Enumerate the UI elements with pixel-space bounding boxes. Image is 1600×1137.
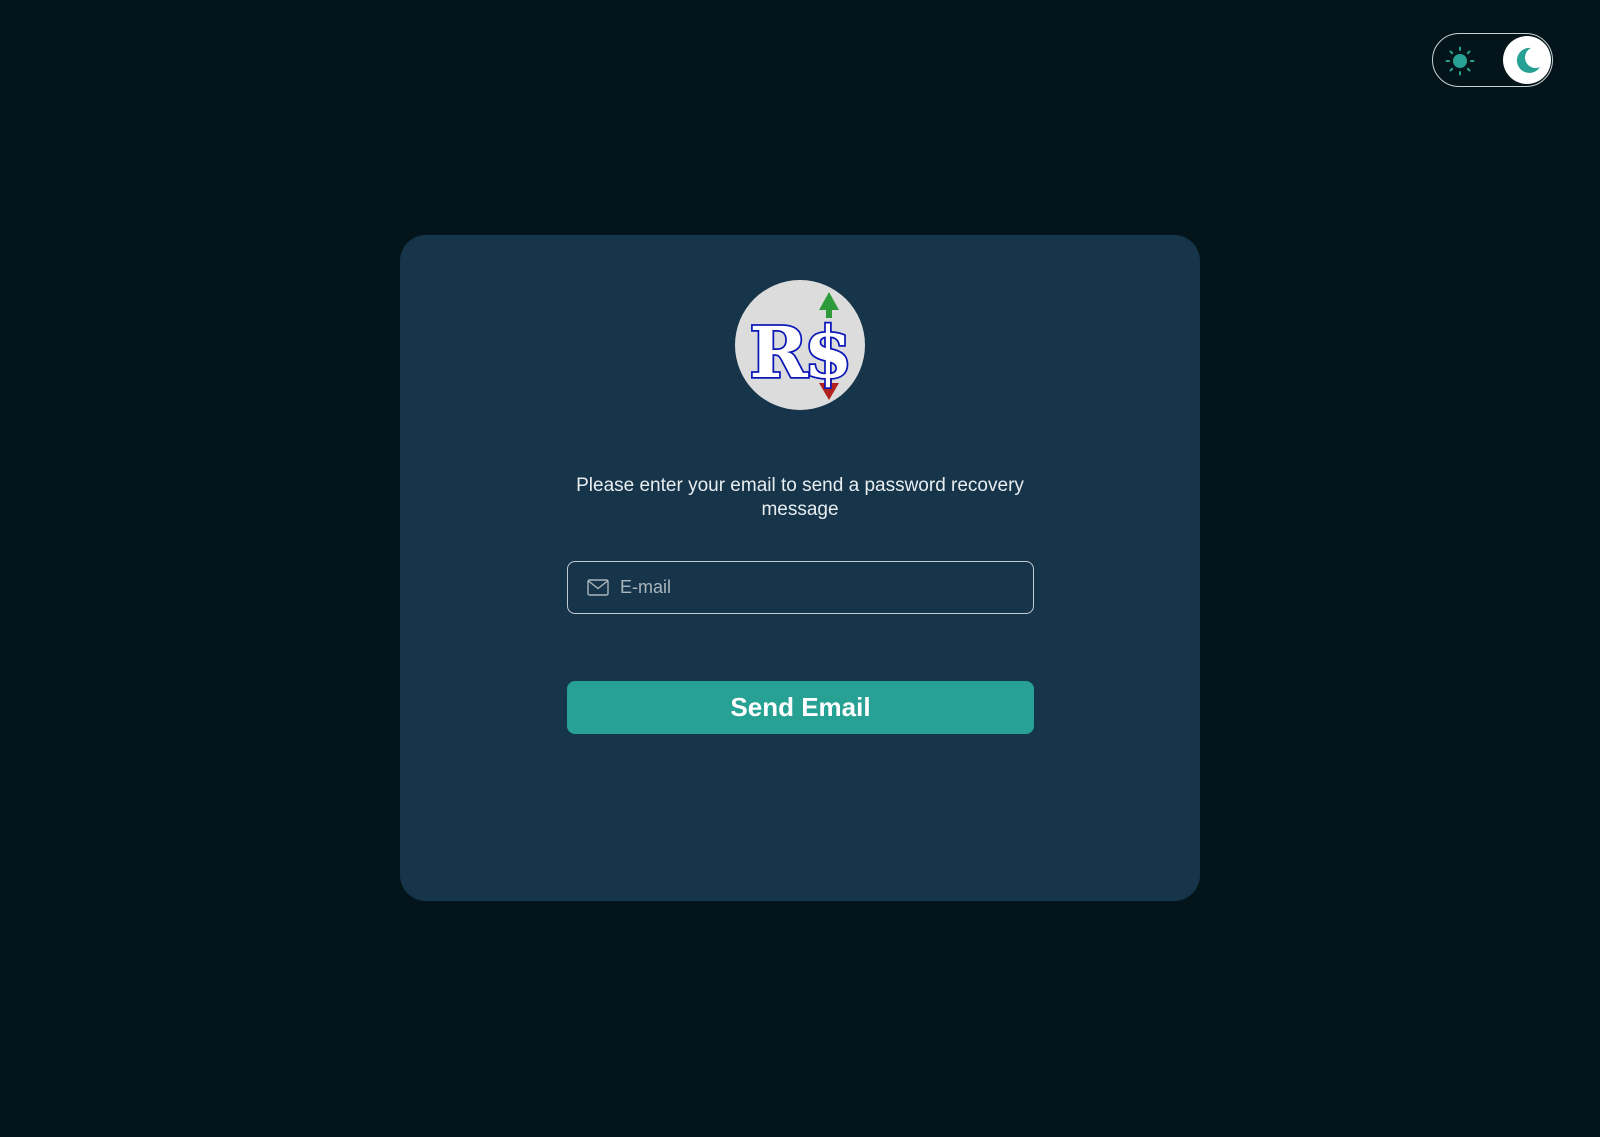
password-recovery-card: R$ Please enter your email to send a pas… [400,235,1200,901]
email-input[interactable] [620,562,1020,612]
moon-icon [1516,47,1540,73]
mail-icon [587,579,609,596]
sun-icon [1445,46,1475,76]
logo: R$ [735,280,865,410]
logo-text: R$ [750,311,849,394]
email-field[interactable] [567,561,1034,614]
send-email-button[interactable]: Send Email [567,681,1034,734]
theme-toggle-knob[interactable] [1503,36,1551,84]
recovery-message: Please enter your email to send a passwo… [576,475,1024,520]
theme-toggle[interactable] [1432,33,1553,87]
